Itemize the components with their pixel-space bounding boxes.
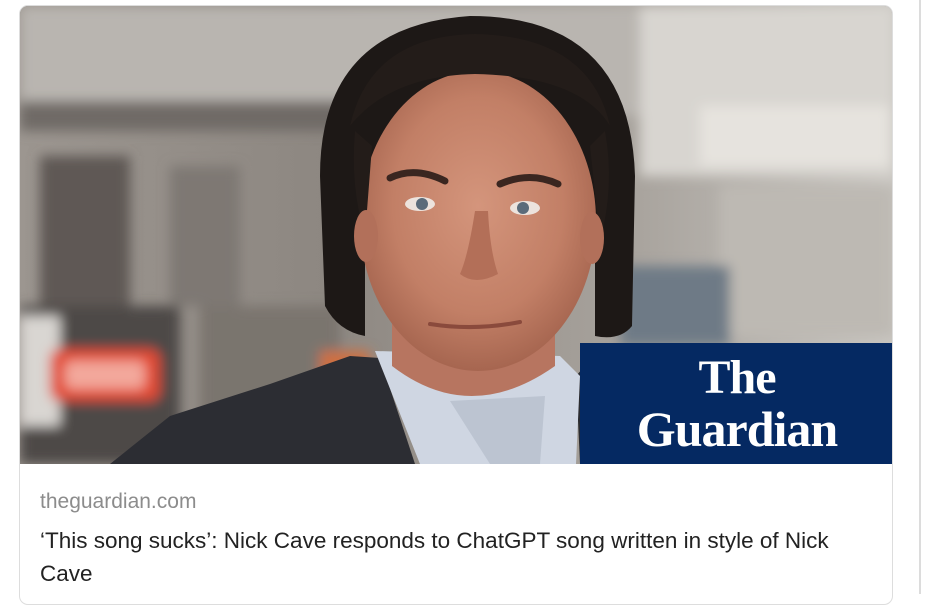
logo-line-guardian: Guardian	[636, 400, 838, 457]
article-thumbnail: The Guardian	[20, 6, 892, 464]
guardian-logo: The Guardian	[580, 343, 892, 464]
link-preview-card[interactable]: The Guardian theguardian.com ‘This song …	[19, 5, 893, 605]
logo-line-the: The	[698, 350, 776, 404]
card-text-block: theguardian.com ‘This song sucks’: Nick …	[40, 488, 870, 590]
page-edge-divider	[919, 0, 921, 594]
link-domain: theguardian.com	[40, 490, 197, 513]
link-headline[interactable]: ‘This song sucks’: Nick Cave responds to…	[40, 524, 870, 590]
